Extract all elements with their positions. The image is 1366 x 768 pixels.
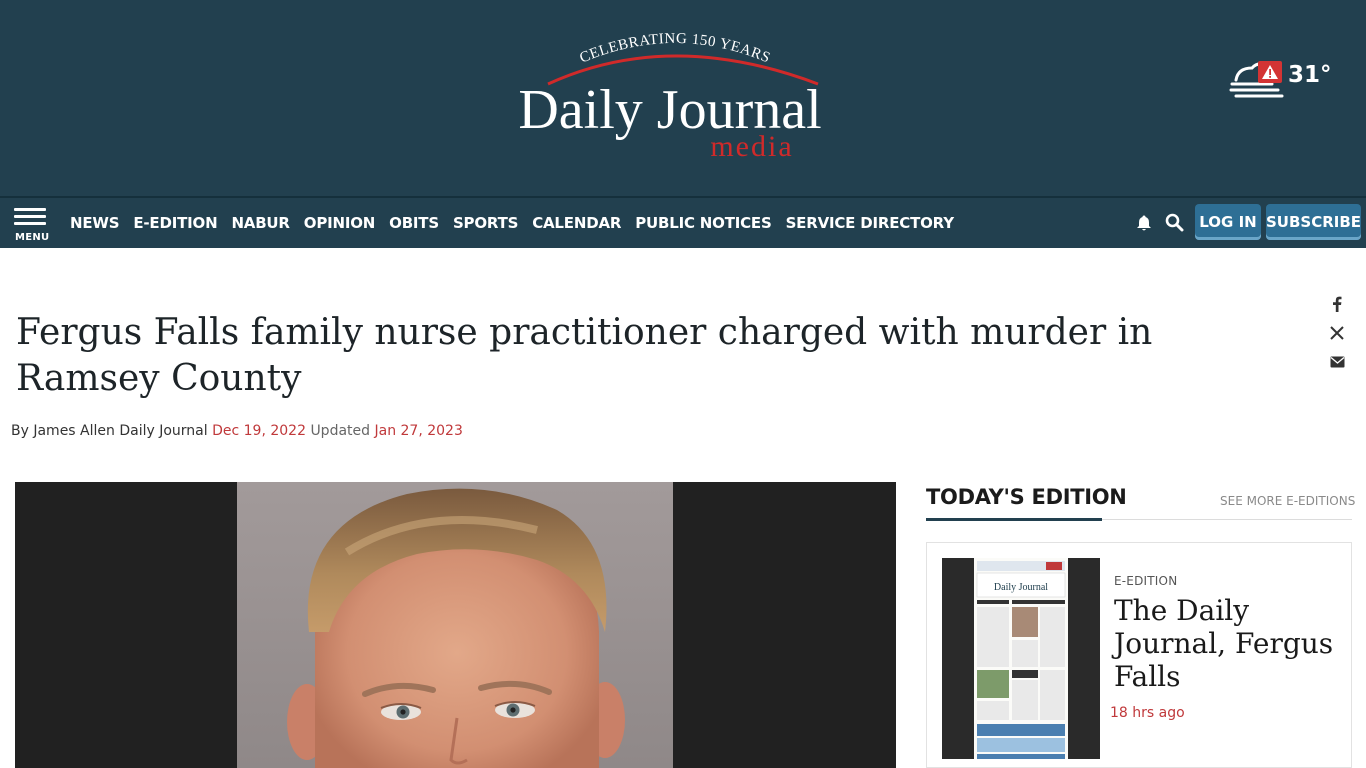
hamburger-icon-bar [14,222,46,225]
sidebar-title: TODAY'S EDITION [926,485,1127,509]
nav-item-public-notices[interactable]: PUBLIC NOTICES [628,214,778,232]
published-date: Dec 19, 2022 [212,423,306,439]
login-button[interactable]: LOG IN [1195,204,1261,240]
logo-sub-text: media [710,130,793,163]
updated-label: Updated [310,423,371,439]
newspaper-page-image: Daily Journal [974,558,1068,759]
article-headline: Fergus Falls family nurse practitioner c… [16,312,1153,399]
masthead: CELEBRATING 150 YEARS Daily Journal medi… [0,0,1366,196]
nav-item-obits[interactable]: OBITS [382,214,446,232]
facebook-icon[interactable] [1326,294,1348,314]
lead-photo[interactable] [15,482,896,768]
card-title-link[interactable]: The Daily Journal, Fergus Falls [1114,594,1334,693]
nav-items: NEWS E-EDITION NABUR OPINION OBITS SPORT… [63,198,961,248]
svg-text:Daily Journal: Daily Journal [994,582,1048,593]
mugshot-image [237,482,673,768]
main-nav: MENU NEWS E-EDITION NABUR OPINION OBITS … [0,196,1366,248]
daily-journal-logo: CELEBRATING 150 YEARS Daily Journal medi… [518,31,821,163]
byline: By James Allen Daily Journal Dec 19, 202… [11,423,463,439]
hamburger-icon [14,208,46,211]
updated-date: Jan 27, 2023 [374,423,463,439]
menu-button[interactable]: MENU [14,208,50,244]
nav-item-news[interactable]: NEWS [63,214,126,232]
site-logo[interactable]: CELEBRATING 150 YEARS Daily Journal medi… [500,26,840,166]
nav-item-calendar[interactable]: CALENDAR [525,214,628,232]
nav-item-nabur[interactable]: NABUR [224,214,296,232]
hamburger-icon-bar [14,215,46,218]
bell-icon[interactable] [1135,214,1153,232]
search-icon[interactable] [1165,213,1184,232]
nav-item-opinion[interactable]: OPINION [297,214,382,232]
subscribe-button[interactable]: SUBSCRIBE [1266,204,1361,240]
sidebar-title-underline [926,518,1102,521]
nav-item-service-directory[interactable]: SERVICE DIRECTORY [779,214,961,232]
email-icon[interactable] [1326,352,1348,372]
x-twitter-icon[interactable] [1326,323,1348,343]
nav-item-e-edition[interactable]: E-EDITION [126,214,224,232]
e-edition-card: Daily Journal E-EDITION The Daily Journa… [926,542,1352,768]
weather-widget[interactable]: 31° [1228,58,1338,102]
author-link[interactable]: James Allen Daily Journal [33,423,207,439]
nav-item-sports[interactable]: SPORTS [446,214,525,232]
e-edition-thumbnail[interactable]: Daily Journal [942,558,1100,759]
see-more-e-editions-link[interactable]: SEE MORE E-EDITIONS [1220,494,1355,508]
card-timestamp: 18 hrs ago [1110,705,1185,721]
menu-label: MENU [15,232,50,243]
card-kicker: E-EDITION [1114,574,1178,588]
weather-temperature: 31° [1288,62,1332,88]
byline-prefix: By [11,423,29,439]
weather-alert-icon [1229,61,1284,98]
